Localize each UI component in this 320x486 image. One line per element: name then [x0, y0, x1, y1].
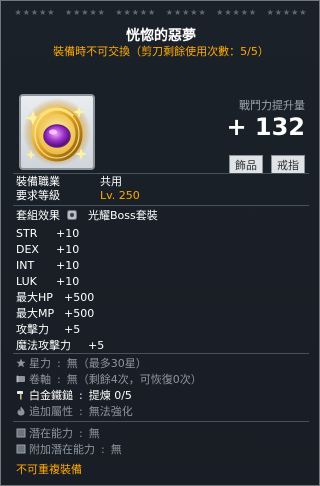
additional-potential-row: 附加潛在能力: 無: [16, 443, 122, 457]
set-effect-value: 光耀Boss套裝: [88, 209, 158, 222]
type-tag: 戒指: [271, 155, 305, 174]
enhance-label: 卷軸: [29, 373, 51, 386]
stat-value: +500: [64, 291, 95, 304]
potential-value: 無: [88, 427, 100, 440]
square-icon: [16, 428, 26, 438]
stat-row: DEX +10: [16, 243, 79, 257]
divider: [13, 353, 309, 354]
enhance-row-flame: 追加屬性: 無法強化: [16, 405, 133, 419]
stat-row: 最大MP +500: [16, 307, 94, 321]
enhance-value: 無法強化: [88, 405, 133, 418]
stat-label: 最大MP: [16, 307, 55, 320]
stat-value: +5: [64, 323, 81, 336]
star-group: ★★★★★: [115, 8, 157, 17]
unique-equip-note: 不可重複裝備: [16, 463, 82, 476]
enhance-row-hammer: 白金鐵鎚: 提煉 0/5: [16, 389, 132, 403]
item-name: 恍惚的惡夢: [126, 28, 196, 44]
set-effect-label: 套組效果: [16, 209, 60, 222]
enhance-label: 星力: [29, 357, 51, 370]
category-tag: 飾品: [229, 155, 263, 174]
req-level-row: 要求等級 Lv. 250: [16, 189, 140, 203]
enhance-sep: :: [57, 357, 61, 370]
stat-row: 魔法攻擊力 +5: [16, 339, 104, 353]
enhance-sep: :: [79, 405, 83, 418]
enhance-row-scroll: 卷軸: 無（剩餘4次，可恢復0次）: [16, 373, 202, 387]
req-value: 共用: [100, 175, 122, 188]
star-group: ★★★★★: [165, 8, 207, 17]
stat-label: LUK: [16, 275, 37, 288]
trade-notice: 裝備時不可交換（剪刀剩餘使用次數：5/5）: [53, 45, 269, 58]
stat-value: +10: [56, 243, 80, 256]
scroll-icon: [16, 375, 25, 383]
enhance-sep: :: [57, 373, 61, 386]
stat-row: 攻擊力 +5: [16, 323, 80, 337]
star-group: ★★★★★: [266, 8, 308, 17]
enhance-value: 無（最多30星）: [66, 357, 147, 370]
req-label: 裝備職業: [16, 175, 60, 188]
star-group: ★★★★★: [216, 8, 258, 17]
power-label: 戰鬥力提升量: [239, 99, 305, 112]
potential-row: 潛在能力: 無: [16, 427, 100, 441]
stat-row: 最大HP +500: [16, 291, 94, 305]
item-tooltip: ★★★★★ ★★★★★ ★★★★★ ★★★★★ ★★★★★ ★★★★★ 恍惚的惡…: [0, 0, 320, 486]
stat-value: +10: [56, 259, 80, 272]
stat-label: DEX: [16, 243, 39, 256]
stat-label: INT: [16, 259, 35, 272]
req-level-value: Lv. 250: [100, 189, 140, 202]
star-group: ★★★★★: [64, 8, 106, 17]
set-info-icon[interactable]: [66, 210, 77, 220]
star-force-row: ★★★★★ ★★★★★ ★★★★★ ★★★★★ ★★★★★ ★★★★★: [1, 8, 319, 17]
stat-label: STR: [16, 227, 38, 240]
potential-sep: :: [101, 443, 105, 456]
stat-row: LUK +10: [16, 275, 79, 289]
star-group: ★★★★★: [14, 8, 56, 17]
potential-label: 潛在能力: [29, 427, 73, 440]
stat-row: INT +10: [16, 259, 79, 273]
stat-label: 最大HP: [16, 291, 53, 304]
stat-row: STR +10: [16, 227, 79, 241]
set-effect-row[interactable]: 套組效果 光耀Boss套裝: [16, 209, 158, 223]
divider: [13, 421, 309, 422]
stat-value: +10: [56, 227, 80, 240]
enhance-value: 提煉 0/5: [88, 389, 132, 402]
divider: [13, 205, 309, 206]
enhance-sep: :: [79, 389, 83, 402]
item-icon-frame: [19, 94, 95, 170]
enhance-row-starforce: 星力: 無（最多30星）: [16, 357, 147, 371]
req-job-row: 裝備職業 共用: [16, 175, 122, 189]
potential-sep: :: [79, 427, 83, 440]
star-icon: [16, 358, 26, 368]
stat-label: 魔法攻擊力: [16, 339, 71, 352]
potential-value: 無: [110, 443, 122, 456]
stat-value: +5: [88, 339, 105, 352]
potential-label: 附加潛在能力: [29, 443, 95, 456]
req-label: 要求等級: [16, 189, 60, 202]
ring-icon: [23, 98, 91, 166]
power-value: + 132: [226, 113, 305, 141]
hammer-icon: [17, 391, 23, 400]
stat-value: +10: [56, 275, 80, 288]
divider: [13, 173, 309, 174]
enhance-label: 追加屬性: [29, 405, 73, 418]
enhance-label: 白金鐵鎚: [29, 389, 73, 402]
enhance-value: 無（剩餘4次，可恢復0次）: [66, 373, 202, 386]
stat-value: +500: [64, 307, 95, 320]
square-icon: [16, 444, 26, 454]
flame-icon: [17, 406, 25, 416]
stat-label: 攻擊力: [16, 323, 49, 336]
